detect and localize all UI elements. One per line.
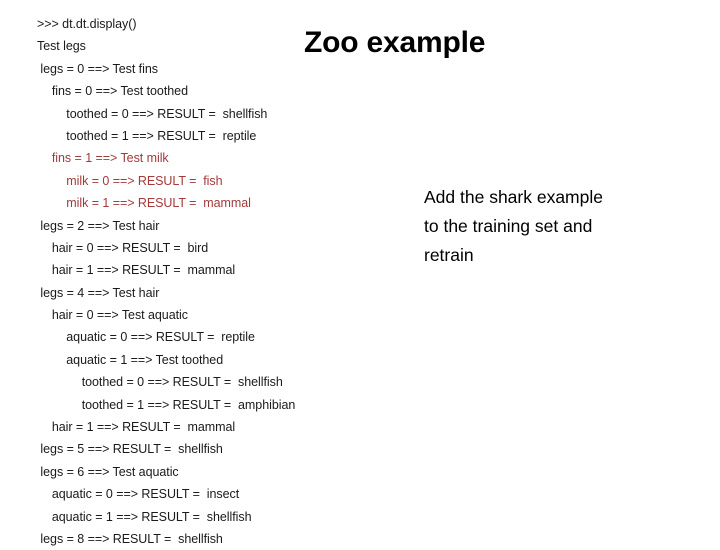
decision-tree-line: toothed = 0 ==> RESULT = shellfish bbox=[68, 375, 283, 390]
decision-tree-line: hair = 1 ==> RESULT = mammal bbox=[45, 420, 236, 435]
decision-tree-line: hair = 0 ==> RESULT = bird bbox=[45, 240, 209, 255]
decision-tree-line: Test legs bbox=[37, 39, 86, 54]
instruction-note-line: Add the shark example bbox=[424, 187, 603, 207]
instruction-note-line: to the training set and bbox=[424, 216, 593, 236]
decision-tree-line: legs = 8 ==> RESULT = shellfish bbox=[37, 531, 223, 546]
decision-tree-line: toothed = 1 ==> RESULT = reptile bbox=[56, 128, 257, 143]
instruction-note-line: retrain bbox=[424, 245, 474, 265]
decision-tree-line: milk = 0 ==> RESULT = fish bbox=[56, 173, 223, 188]
decision-tree-line: aquatic = 0 ==> RESULT = reptile bbox=[56, 330, 255, 345]
decision-tree-line: aquatic = 0 ==> RESULT = insect bbox=[45, 487, 240, 502]
decision-tree-line: aquatic = 1 ==> Test toothed bbox=[56, 352, 224, 367]
console-prompt-line: >>> dt.dt.display() bbox=[37, 17, 137, 31]
decision-tree-line: legs = 4 ==> Test hair bbox=[37, 285, 160, 300]
decision-tree-line: fins = 0 ==> Test toothed bbox=[45, 84, 188, 99]
decision-tree-line: aquatic = 1 ==> RESULT = shellfish bbox=[45, 509, 252, 524]
decision-tree-line: legs = 2 ==> Test hair bbox=[37, 218, 160, 233]
decision-tree-line: toothed = 0 ==> RESULT = shellfish bbox=[56, 106, 268, 121]
decision-tree-line: fins = 1 ==> Test milk bbox=[45, 151, 169, 166]
decision-tree-line: legs = 5 ==> RESULT = shellfish bbox=[37, 442, 223, 457]
decision-tree-line: hair = 0 ==> Test aquatic bbox=[45, 308, 188, 323]
decision-tree-output: >>> dt.dt.display() Test legs legs = 0 ==… bbox=[0, 13, 400, 550]
decision-tree-line: hair = 1 ==> RESULT = mammal bbox=[45, 263, 236, 278]
decision-tree-line: legs = 0 ==> Test fins bbox=[37, 61, 158, 76]
decision-tree-line: legs = 6 ==> Test aquatic bbox=[37, 464, 179, 479]
decision-tree-line: milk = 1 ==> RESULT = mammal bbox=[56, 196, 251, 211]
decision-tree-line: toothed = 1 ==> RESULT = amphibian bbox=[68, 397, 296, 412]
instruction-note: Add the shark example to the training set… bbox=[424, 183, 674, 270]
